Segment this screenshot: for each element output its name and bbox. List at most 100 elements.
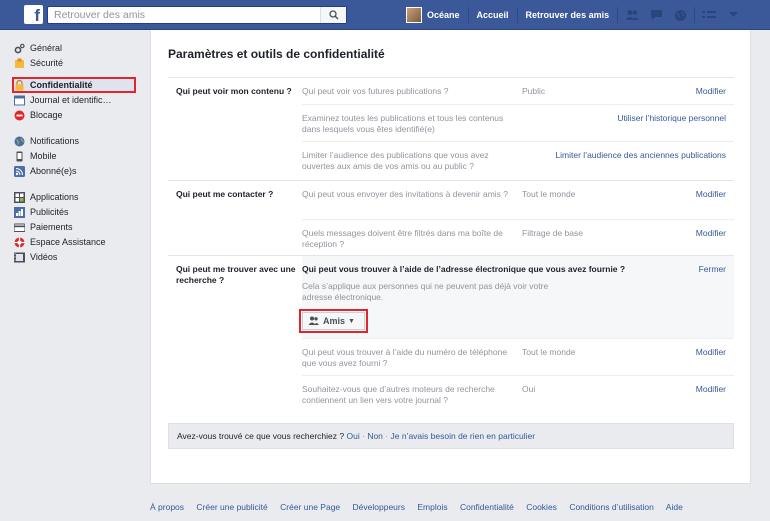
settings-sidebar: Général Sécurité Confidentialité Journal… <box>12 42 136 273</box>
feedback-question: Avez-vous trouvé ce que vous recherchiez… <box>177 431 345 441</box>
edit-link[interactable]: Modifier <box>696 384 726 394</box>
timeline-icon <box>14 95 25 106</box>
separator: · <box>362 431 365 441</box>
section-who-can-see: Qui peut voir mon contenu ? Qui peut voi… <box>168 77 734 174</box>
messages-icon[interactable] <box>646 0 666 30</box>
setting-row: Qui peut vous trouver à l’aide du numéro… <box>302 338 734 375</box>
sidebar-item-blocking[interactable]: Blocage <box>14 109 134 121</box>
mobile-icon <box>14 151 25 162</box>
sidebar-item-ads[interactable]: Publicités <box>14 206 134 218</box>
setting-value: Oui <box>522 384 536 394</box>
sidebar-item-general[interactable]: Général <box>14 42 134 54</box>
sidebar-item-privacy[interactable]: Confidentialité <box>12 77 136 93</box>
search-box <box>47 6 347 24</box>
footer-link[interactable]: Créer une Page <box>280 502 340 512</box>
home-link[interactable]: Accueil <box>469 0 517 30</box>
sidebar-item-label: Applications <box>30 192 79 202</box>
footer-link[interactable]: Créer une publicité <box>196 502 267 512</box>
setting-question: Quels messages doivent être filtrés dans… <box>302 228 503 249</box>
quick-help-icon[interactable] <box>699 0 719 30</box>
sidebar-item-label: Général <box>30 43 63 53</box>
feedback-box: Avez-vous trouvé ce que vous recherchiez… <box>168 423 734 449</box>
edit-link[interactable]: Modifier <box>696 347 726 357</box>
sidebar-item-label: Journal et identific… <box>30 95 112 105</box>
setting-row: Qui peut vous envoyer des invitations à … <box>302 181 734 219</box>
audience-selector-button[interactable]: Amis ▼ <box>299 309 368 333</box>
page-footer: À propos Créer une publicité Créer une P… <box>150 502 683 512</box>
setting-value: Tout le monde <box>522 189 576 199</box>
activity-log-link[interactable]: Utiliser l’historique personnel <box>617 113 726 123</box>
footer-link[interactable]: Aide <box>666 502 683 512</box>
footer-link[interactable]: À propos <box>150 502 184 512</box>
chevron-down-icon[interactable] <box>723 0 743 30</box>
search-button[interactable] <box>320 7 346 23</box>
setting-value: Tout le monde <box>522 347 576 357</box>
search-icon <box>329 10 339 20</box>
feedback-yes-link[interactable]: Oui <box>346 431 359 441</box>
block-icon <box>14 110 25 121</box>
footer-link[interactable]: Cookies <box>526 502 557 512</box>
help-icon <box>14 237 25 248</box>
privacy-settings-panel: Paramètres et outils de confidentialité … <box>150 30 751 484</box>
find-friends-link[interactable]: Retrouver des amis <box>518 0 618 30</box>
sidebar-item-mobile[interactable]: Mobile <box>14 150 134 162</box>
audience-label: Amis <box>323 316 346 326</box>
sidebar-item-videos[interactable]: Vidéos <box>14 251 134 263</box>
separator: · <box>385 431 389 441</box>
setting-row-expanded: Qui peut vous trouver à l’aide de l’adre… <box>299 256 734 338</box>
divider <box>617 7 619 23</box>
sidebar-group-general: Général Sécurité <box>14 42 134 69</box>
setting-row: Examinez toutes les publications et tous… <box>302 104 734 141</box>
footer-link[interactable]: Développeurs <box>353 502 405 512</box>
sidebar-item-label: Notifications <box>30 136 80 146</box>
setting-question: Souhaitez-vous que d’autres moteurs de r… <box>302 384 495 405</box>
sidebar-item-label: Sécurité <box>30 58 64 68</box>
sidebar-item-payments[interactable]: Paiements <box>14 221 134 233</box>
edit-link[interactable]: Modifier <box>696 228 726 238</box>
footer-link[interactable]: Emplois <box>417 502 447 512</box>
sidebar-item-label: Confidentialité <box>30 80 93 90</box>
badge-icon <box>14 58 25 69</box>
setting-question: Qui peut vous trouver à l’aide du numéro… <box>302 347 508 368</box>
sidebar-group-privacy: Confidentialité Journal et identific… Bl… <box>12 77 136 121</box>
close-link[interactable]: Fermer <box>699 264 726 274</box>
friends-icon <box>308 316 319 327</box>
sidebar-item-notifications[interactable]: Notifications <box>14 135 134 147</box>
sidebar-item-label: Blocage <box>30 110 63 120</box>
caret-down-icon: ▼ <box>348 317 355 325</box>
limit-past-posts-link[interactable]: Limiter l’audience des anciennes publica… <box>555 150 726 160</box>
feedback-no-link[interactable]: Non <box>367 431 383 441</box>
setting-question: Qui peut vous envoyer des invitations à … <box>302 189 509 199</box>
edit-link[interactable]: Modifier <box>696 86 726 96</box>
setting-value: Public <box>522 86 546 96</box>
globe-icon <box>14 136 25 147</box>
sidebar-item-applications[interactable]: Applications <box>14 191 134 203</box>
sidebar-group-notifications: Notifications Mobile Abonné(e)s <box>14 135 134 177</box>
sidebar-item-label: Vidéos <box>30 252 58 262</box>
section-heading: Qui peut me contacter ? <box>176 189 274 199</box>
footer-link[interactable]: Conditions d’utilisation <box>569 502 654 512</box>
profile-link[interactable]: Océane <box>427 0 468 30</box>
sidebar-group-apps: Applications Publicités Paiements Espace… <box>14 191 134 263</box>
search-input[interactable] <box>48 7 318 23</box>
friend-requests-icon[interactable] <box>622 0 642 30</box>
setting-description: Cela s’applique aux personnes qui ne peu… <box>302 281 549 302</box>
setting-row: Qui peut voir vos futures publications ?… <box>302 78 734 104</box>
sidebar-item-followers[interactable]: Abonné(e)s <box>14 165 134 177</box>
footer-link[interactable]: Confidentialité <box>460 502 514 512</box>
sidebar-item-support[interactable]: Espace Assistance <box>14 236 134 248</box>
feedback-nothing-link[interactable]: Je n’avais besoin de rien en particulier <box>391 431 536 441</box>
card-icon <box>14 222 25 233</box>
edit-link[interactable]: Modifier <box>696 189 726 199</box>
notifications-globe-icon[interactable] <box>670 0 690 30</box>
avatar[interactable] <box>406 7 422 23</box>
facebook-logo[interactable]: f <box>24 5 43 24</box>
setting-question: Examinez toutes les publications et tous… <box>302 113 504 134</box>
divider <box>694 7 696 23</box>
setting-question: Limiter l’audience des publications que … <box>302 150 489 171</box>
sidebar-item-timeline[interactable]: Journal et identific… <box>14 94 134 106</box>
section-who-can-contact: Qui peut me contacter ? Qui peut vous en… <box>168 180 734 255</box>
sidebar-item-security[interactable]: Sécurité <box>14 57 134 69</box>
top-bar: f Océane Accueil Retrouver des amis <box>0 0 770 30</box>
setting-question: Qui peut voir vos futures publications ? <box>302 86 449 96</box>
